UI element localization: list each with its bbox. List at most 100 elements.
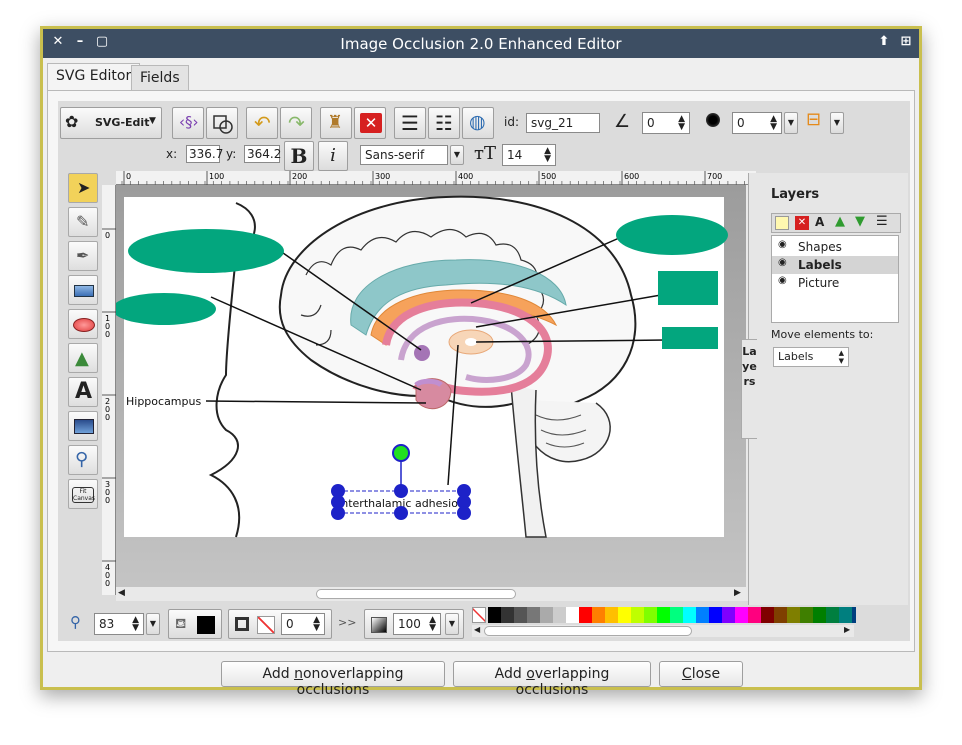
color-swatch[interactable] bbox=[852, 607, 856, 623]
italic-button[interactable]: i bbox=[318, 141, 348, 171]
opacity-dropdown[interactable]: ▼ bbox=[445, 613, 459, 635]
layer-row-picture[interactable]: ◉ Picture bbox=[772, 274, 898, 292]
label-hippocampus[interactable]: Hippocampus bbox=[126, 395, 201, 408]
color-palette[interactable] bbox=[472, 607, 856, 623]
svg-edit-menu-button[interactable]: ✿ SVG-Edit ▼ bbox=[60, 107, 162, 139]
id-input[interactable]: svg_21 bbox=[526, 113, 600, 133]
horizontal-scrollbar[interactable]: ◀ ▶ bbox=[116, 587, 748, 601]
move-bottom-button[interactable]: ☷ bbox=[428, 107, 460, 139]
color-swatch[interactable] bbox=[774, 607, 787, 623]
color-swatch[interactable] bbox=[800, 607, 813, 623]
occlusion-rect[interactable] bbox=[658, 271, 718, 305]
color-swatch[interactable] bbox=[748, 607, 761, 623]
text-tool[interactable]: A bbox=[68, 377, 98, 407]
tab-svg-editor[interactable]: SVG Editor bbox=[47, 63, 141, 91]
opacity-spinner[interactable]: 100 ▲ ▼ bbox=[393, 613, 441, 635]
delete-button[interactable]: ✕ bbox=[354, 107, 386, 139]
blur-dropdown[interactable]: ▼ bbox=[784, 112, 798, 134]
color-swatch[interactable] bbox=[722, 607, 735, 623]
color-swatch[interactable] bbox=[488, 607, 501, 623]
link-button[interactable]: ◍ bbox=[462, 107, 494, 139]
color-swatch[interactable] bbox=[566, 607, 579, 623]
occlusion-ellipse[interactable] bbox=[116, 293, 216, 325]
more-options[interactable]: >> bbox=[338, 616, 356, 629]
font-family-input[interactable]: Sans-serif bbox=[360, 145, 448, 165]
color-swatch[interactable] bbox=[813, 607, 826, 623]
eye-icon[interactable]: ◉ bbox=[778, 239, 787, 250]
layer-down-icon[interactable]: ▼ bbox=[855, 214, 865, 229]
window-menu-icon[interactable]: ⊞ bbox=[899, 35, 913, 49]
undo-button[interactable]: ↶ bbox=[246, 107, 278, 139]
font-size-spinner[interactable]: 14 ▲ ▼ bbox=[502, 144, 556, 166]
line-tool[interactable]: ✒ bbox=[68, 241, 98, 271]
tab-fields[interactable]: Fields bbox=[131, 65, 189, 91]
zoom-dropdown[interactable]: ▼ bbox=[146, 613, 160, 635]
color-swatch[interactable] bbox=[592, 607, 605, 623]
fill-color-button[interactable]: ⛾ bbox=[168, 609, 222, 639]
pencil-tool[interactable]: ✎ bbox=[68, 207, 98, 237]
close-button[interactable]: Close bbox=[659, 661, 743, 687]
color-swatch[interactable] bbox=[657, 607, 670, 623]
scroll-right-icon[interactable]: ▶ bbox=[844, 625, 850, 634]
color-swatch[interactable] bbox=[709, 607, 722, 623]
no-color-swatch[interactable] bbox=[472, 607, 486, 623]
occlusion-rect[interactable] bbox=[662, 327, 718, 349]
wireframe-button[interactable] bbox=[206, 107, 238, 139]
color-swatch[interactable] bbox=[644, 607, 657, 623]
canvas-area[interactable]: Hippocampus Interthalamic adhesion bbox=[116, 185, 748, 587]
color-swatch[interactable] bbox=[605, 607, 618, 623]
color-swatch[interactable] bbox=[501, 607, 514, 623]
color-swatch[interactable] bbox=[683, 607, 696, 623]
color-swatch[interactable] bbox=[631, 607, 644, 623]
rotate-handle[interactable] bbox=[392, 444, 410, 462]
color-swatch[interactable] bbox=[670, 607, 683, 623]
layers-side-tab[interactable]: Layers bbox=[741, 339, 757, 439]
layer-menu-icon[interactable]: ☰ bbox=[876, 214, 888, 229]
font-family-dropdown[interactable]: ▼ bbox=[450, 145, 464, 165]
path-tool[interactable]: ▲ bbox=[68, 343, 98, 373]
x-input[interactable]: 336.7 bbox=[186, 145, 223, 163]
color-swatch[interactable] bbox=[540, 607, 553, 623]
stroke-settings[interactable]: 0 ▲ ▼ bbox=[228, 609, 332, 639]
image-tool[interactable] bbox=[68, 411, 98, 441]
add-nonoverlapping-button[interactable]: Add nonoverlapping occlusions bbox=[221, 661, 445, 698]
blur-spinner[interactable]: 0 ▲ ▼ bbox=[732, 112, 782, 134]
color-swatch[interactable] bbox=[735, 607, 748, 623]
move-layer-select[interactable]: Labels ▲ ▼ bbox=[773, 347, 849, 367]
select-tool[interactable]: ➤ bbox=[68, 173, 98, 203]
resize-handle[interactable] bbox=[394, 484, 408, 498]
delete-layer-icon[interactable]: ✕ bbox=[795, 216, 809, 230]
color-swatch[interactable] bbox=[826, 607, 839, 623]
new-layer-icon[interactable] bbox=[775, 216, 789, 230]
resize-handle[interactable] bbox=[394, 506, 408, 520]
eye-icon[interactable]: ◉ bbox=[778, 257, 787, 268]
rect-tool[interactable] bbox=[68, 275, 98, 305]
hscroll-thumb[interactable] bbox=[316, 589, 516, 599]
occlusion-ellipse[interactable] bbox=[128, 229, 284, 273]
opacity-settings[interactable]: 100 ▲ ▼ ▼ bbox=[364, 609, 464, 639]
palette-scroll-thumb[interactable] bbox=[484, 626, 692, 636]
angle-spinner[interactable]: 0 ▲ ▼ bbox=[642, 112, 690, 134]
color-swatch[interactable] bbox=[527, 607, 540, 623]
resize-handle[interactable] bbox=[331, 506, 345, 520]
keep-above-icon[interactable]: ⬆ bbox=[877, 35, 891, 49]
redo-button[interactable]: ↷ bbox=[280, 107, 312, 139]
align-icon[interactable]: ⊟ bbox=[806, 109, 821, 130]
color-swatch[interactable] bbox=[787, 607, 800, 623]
fit-canvas-tool[interactable]: Fit Canvas bbox=[68, 479, 98, 509]
zoom-tool[interactable]: ⚲ bbox=[68, 445, 98, 475]
color-swatch[interactable] bbox=[696, 607, 709, 623]
layer-row-shapes[interactable]: ◉ Shapes bbox=[772, 238, 898, 256]
rename-layer-icon[interactable]: A bbox=[815, 215, 824, 229]
clone-button[interactable]: ♜ bbox=[320, 107, 352, 139]
color-swatch[interactable] bbox=[514, 607, 527, 623]
source-button[interactable]: ‹§› bbox=[172, 107, 204, 139]
color-swatch[interactable] bbox=[839, 607, 852, 623]
palette-scrollbar[interactable]: ◀ ▶ bbox=[472, 625, 854, 637]
scroll-right-icon[interactable]: ▶ bbox=[734, 588, 741, 598]
add-overlapping-button[interactable]: Add overlapping occlusions bbox=[453, 661, 651, 698]
y-input[interactable]: 364.2 bbox=[244, 145, 281, 163]
color-swatch[interactable] bbox=[618, 607, 631, 623]
scroll-left-icon[interactable]: ◀ bbox=[474, 625, 480, 634]
color-swatch[interactable] bbox=[761, 607, 774, 623]
